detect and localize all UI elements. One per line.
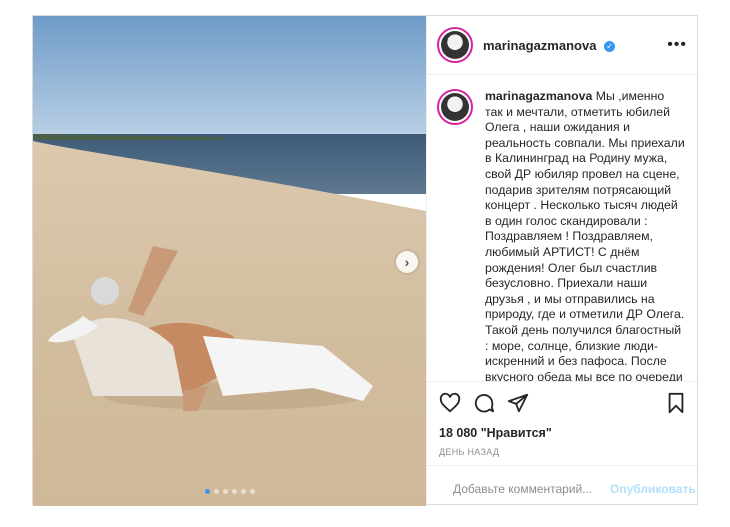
caption-username[interactable]: marinagazmanova (485, 89, 592, 103)
publish-button[interactable]: Опубликовать (610, 482, 696, 496)
carousel-dot (222, 489, 228, 494)
caption-avatar[interactable] (437, 89, 473, 125)
carousel-dot (213, 489, 219, 494)
carousel-dot (231, 489, 237, 494)
more-options-icon[interactable]: ••• (667, 36, 687, 54)
add-comment-bar: Опубликовать (427, 465, 699, 511)
comment-input[interactable] (451, 480, 610, 497)
avatar[interactable] (437, 27, 473, 63)
action-icons (439, 390, 687, 416)
bookmark-icon[interactable] (665, 392, 687, 414)
share-icon[interactable] (507, 392, 529, 414)
username[interactable]: marinagazmanova ✓ (483, 38, 616, 53)
comment-icon[interactable] (473, 392, 495, 414)
caption-text: Мы ,именно так и мечтали, отметить юбиле… (485, 89, 685, 381)
instagram-post: › marinagazmanova ✓ ••• marinagazmanova … (32, 15, 699, 506)
next-photo-button[interactable]: › (396, 251, 418, 273)
caption: marinagazmanova Мы ,именно так и мечтали… (485, 89, 685, 381)
username-text[interactable]: marinagazmanova (483, 38, 596, 53)
carousel-dot (204, 489, 210, 494)
photo-image (33, 16, 426, 506)
carousel-dot (249, 489, 255, 494)
carousel-indicator (33, 489, 426, 494)
post-header: marinagazmanova ✓ ••• (427, 16, 699, 75)
post-photo[interactable]: › (33, 16, 426, 506)
verified-badge-icon: ✓ (604, 40, 616, 52)
post-sidebar: marinagazmanova ✓ ••• marinagazmanova Мы… (426, 16, 699, 504)
post-time[interactable]: ДЕНЬ НАЗАД (439, 447, 687, 457)
chevron-right-icon: › (404, 254, 410, 270)
carousel-dot (240, 489, 246, 494)
heart-icon[interactable] (439, 392, 461, 414)
actions-section: 18 080 "Нравится" ДЕНЬ НАЗАД Опубликоват… (427, 381, 699, 511)
likes-count[interactable]: 18 080 "Нравится" (439, 426, 687, 440)
comments-section: marinagazmanova Мы ,именно так и мечтали… (427, 75, 699, 381)
